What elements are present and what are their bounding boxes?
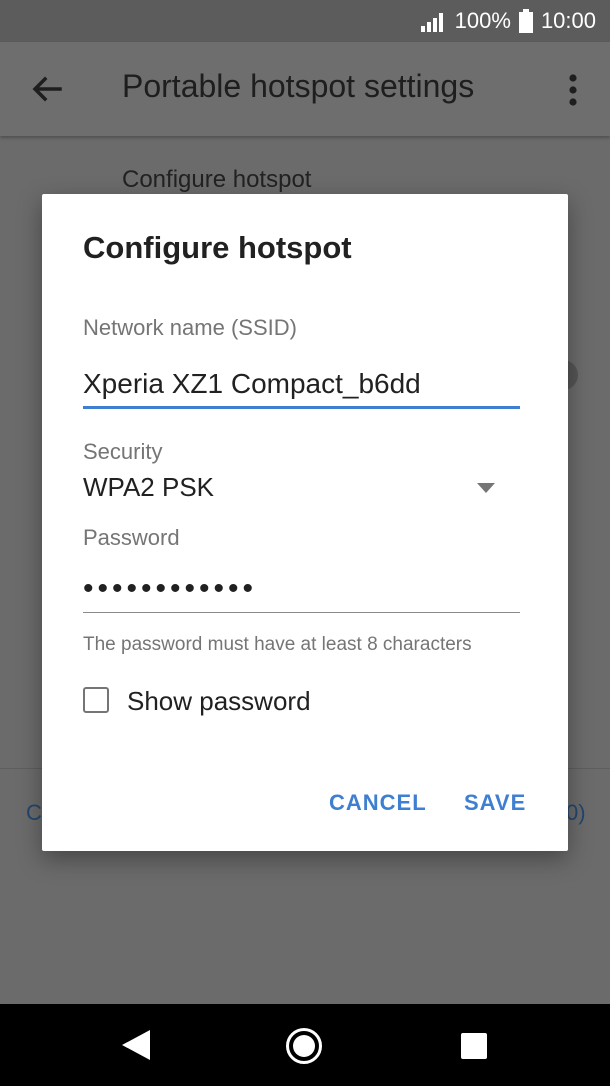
battery-icon [518, 9, 533, 33]
arrow-left-icon[interactable] [28, 70, 66, 108]
navigation-bar [0, 1004, 610, 1086]
battery-percent: 100% [454, 8, 511, 33]
status-icons: 100% 10:00 [420, 0, 596, 42]
ssid-label: Network name (SSID) [83, 315, 297, 340]
configure-hotspot-item: Configure hotspot [122, 166, 312, 193]
checkbox-icon[interactable] [83, 687, 109, 713]
configure-hotspot-dialog: Configure hotspot Network name (SSID) Se… [42, 194, 568, 851]
home-circle-icon[interactable] [285, 1027, 323, 1065]
security-value: WPA2 PSK [83, 472, 215, 502]
cancel-button[interactable]: CANCEL [329, 790, 427, 816]
password-label: Password [83, 525, 180, 550]
password-hint: The password must have at least 8 charac… [83, 634, 472, 655]
back-triangle-icon[interactable] [120, 1028, 152, 1062]
password-input[interactable] [83, 566, 520, 613]
ssid-input[interactable] [83, 362, 520, 409]
security-label: Security [83, 439, 163, 464]
recents-square-icon[interactable] [461, 1033, 487, 1059]
app-bar: Portable hotspot settings [0, 42, 610, 136]
show-password-label: Show password [127, 686, 311, 716]
save-button[interactable]: SAVE [464, 790, 526, 816]
dialog-title: Configure hotspot [83, 230, 352, 265]
dropdown-arrow-icon [477, 483, 495, 493]
more-vert-icon[interactable] [562, 70, 584, 110]
background-left-text: C [26, 800, 42, 825]
background-right-text: 0) [566, 800, 586, 825]
page-title: Portable hotspot settings [122, 68, 475, 104]
status-bar: 100% 10:00 [0, 0, 610, 42]
security-dropdown[interactable]: WPA2 PSK [83, 470, 520, 506]
signal-icon [420, 13, 443, 32]
clock: 10:00 [540, 8, 596, 33]
